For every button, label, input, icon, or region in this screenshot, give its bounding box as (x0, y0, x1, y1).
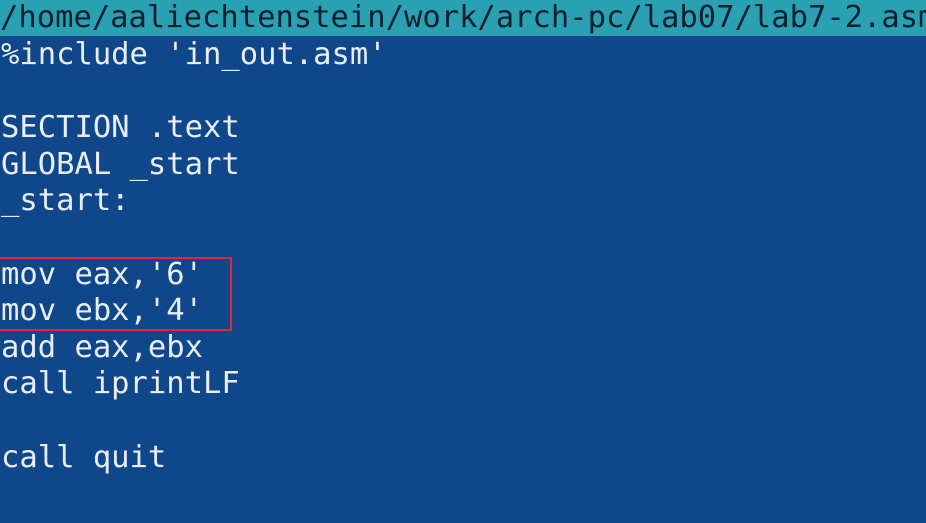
code-line: call iprintLF (1, 366, 240, 402)
code-line: mov eax,'6' (1, 256, 203, 292)
code-line: GLOBAL _start (1, 146, 240, 182)
code-editor-area[interactable]: %include 'in_out.asm' SECTION .text GLOB… (0, 37, 926, 476)
code-line: SECTION .text (1, 110, 240, 146)
code-line: %include 'in_out.asm' (1, 37, 387, 72)
code-line: call quit (1, 439, 167, 475)
code-line: add eax,ebx (1, 329, 203, 365)
code-line: _start: (1, 183, 130, 219)
terminal-editor-window: /home/aaliechtenstein/work/arch-pc/lab07… (0, 0, 926, 523)
code-line: mov ebx,'4' (1, 293, 203, 329)
file-path-header: /home/aaliechtenstein/work/arch-pc/lab07… (0, 0, 926, 36)
